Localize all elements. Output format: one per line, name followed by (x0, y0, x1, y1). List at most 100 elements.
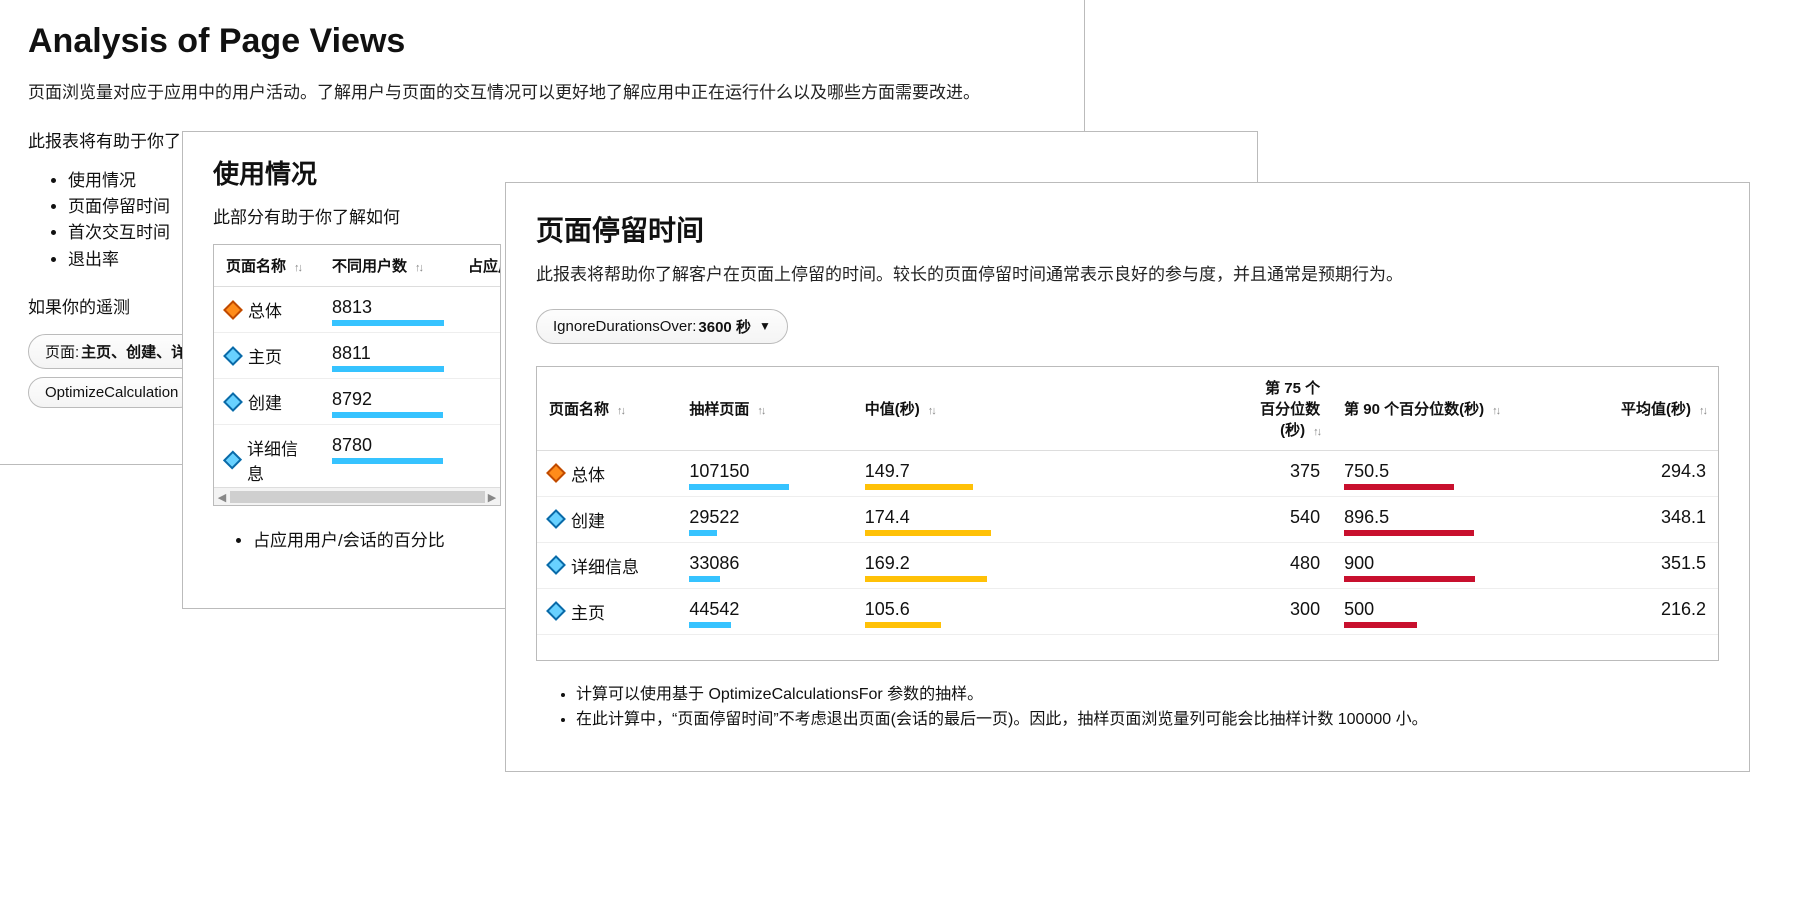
sampled-bar (689, 530, 717, 536)
diamond-icon (223, 392, 243, 412)
sort-icon: ↑↓ (415, 262, 422, 274)
p90-value: 896.5 (1344, 507, 1577, 528)
col-p90[interactable]: 第 90 个百分位数(秒)↑↓ (1332, 367, 1589, 451)
users-bar (332, 458, 443, 464)
p75-value: 540 (1251, 507, 1321, 528)
time-description: 此报表将帮助你了解客户在页面上停留的时间。较长的页面停留时间通常表示良好的参与度… (536, 263, 1719, 287)
time-on-page-panel: 页面停留时间 此报表将帮助你了解客户在页面上停留的时间。较长的页面停留时间通常表… (505, 182, 1750, 772)
p90-value: 500 (1344, 599, 1577, 620)
sort-icon: ↑↓ (294, 262, 301, 274)
sort-icon: ↑↓ (1699, 405, 1706, 417)
table-row[interactable]: 主页 8811 (214, 333, 501, 379)
col-page-name[interactable]: 页面名称↑↓ (537, 367, 677, 451)
page-name-cell: 主页 (248, 343, 282, 368)
time-on-page-table: 页面名称↑↓ 抽样页面↑↓ 中值(秒)↑↓ 第 75 个百分位数(秒)↑↓ 第 … (537, 367, 1718, 634)
median-value: 149.7 (865, 461, 1227, 482)
sampled-bar (689, 576, 720, 582)
page-description: 页面浏览量对应于应用中的用户活动。了解用户与页面的交互情况可以更好地了解应用中正… (28, 81, 1056, 105)
ignore-durations-label: IgnoreDurationsOver: (553, 318, 696, 335)
sampled-bar (689, 622, 731, 628)
table-row[interactable]: 总体8813 (214, 287, 501, 333)
avg-value: 216.2 (1601, 599, 1706, 620)
p75-value: 375 (1251, 461, 1321, 482)
col-percentage[interactable]: 占应用用 (456, 245, 501, 287)
col-p75[interactable]: 第 75 个百分位数(秒)↑↓ (1239, 367, 1333, 451)
p90-value: 900 (1344, 553, 1577, 574)
users-value: 8780 (332, 435, 444, 456)
diamond-icon (223, 300, 243, 320)
col-sampled-pages[interactable]: 抽样页面↑↓ (677, 367, 852, 451)
sampled-value: 44542 (689, 599, 840, 620)
time-notes: 计算可以使用基于 OptimizeCalculationsFor 参数的抽样。 … (536, 683, 1719, 733)
median-bar (865, 622, 941, 628)
col-distinct-users[interactable]: 不同用户数↑↓ (320, 245, 456, 287)
table-row[interactable]: 创建 8792 (214, 379, 501, 425)
median-value: 105.6 (865, 599, 1227, 620)
page-name-cell: 总体 (248, 297, 282, 322)
p90-bar (1344, 530, 1474, 536)
sort-icon: ↑↓ (928, 405, 935, 417)
scroll-thumb[interactable] (230, 491, 485, 503)
users-value: 8792 (332, 389, 444, 410)
col-median-sec[interactable]: 中值(秒)↑↓ (853, 367, 1239, 451)
table-scrollbar[interactable]: ◀ ▶ (214, 487, 500, 505)
sort-icon: ↑↓ (1492, 405, 1499, 417)
median-bar (865, 576, 987, 582)
pages-filter-pill[interactable]: 页面: 主页、创建、详 (28, 334, 203, 369)
median-bar (865, 530, 991, 536)
time-table-wrap: 页面名称↑↓ 抽样页面↑↓ 中值(秒)↑↓ 第 75 个百分位数(秒)↑↓ 第 … (536, 366, 1719, 661)
diamond-icon (546, 601, 566, 621)
median-value: 174.4 (865, 507, 1227, 528)
sort-icon: ↑↓ (617, 405, 624, 417)
table-row[interactable]: 创建29522174.4540896.5348.1 (537, 496, 1718, 542)
table-row[interactable]: 总体 107150 149.7 375 750.5 294.3 (537, 450, 1718, 496)
diamond-icon (223, 346, 243, 366)
median-bar (865, 484, 973, 490)
diamond-icon (546, 555, 566, 575)
scroll-right-icon[interactable]: ▶ (484, 488, 500, 506)
avg-value: 351.5 (1601, 553, 1706, 574)
sort-icon: ↑↓ (757, 405, 764, 417)
users-value: 8811 (332, 343, 444, 364)
diamond-icon (546, 463, 566, 483)
time-heading: 页面停留时间 (536, 209, 1719, 249)
col-page-name[interactable]: 页面名称↑↓ (214, 245, 320, 287)
table-row[interactable]: 主页 44542 105.6 300 500 216.2 (537, 588, 1718, 634)
p75-value: 300 (1251, 599, 1321, 620)
usage-table: 页面名称↑↓ 不同用户数↑↓ 占应用用 总体8813 主页 8811 创建 8792 详细… (214, 245, 501, 487)
p90-bar (1344, 622, 1417, 628)
page-name-cell: 总体 (571, 461, 605, 486)
usage-table-wrap: 页面名称↑↓ 不同用户数↑↓ 占应用用 总体8813 主页 8811 创建 8792 详细… (213, 244, 501, 506)
pages-filter-label: 页面: (45, 341, 79, 362)
page-name-cell: 创建 (571, 507, 605, 532)
users-bar (332, 320, 444, 326)
p75-value: 480 (1251, 553, 1321, 574)
pages-filter-value: 主页、创建、详 (81, 341, 186, 362)
avg-value: 294.3 (1601, 461, 1706, 482)
avg-value: 348.1 (1601, 507, 1706, 528)
page-name-cell: 详细信息 (571, 553, 639, 578)
col-avg[interactable]: 平均值(秒)↑↓ (1589, 367, 1718, 451)
table-row[interactable]: 详细信息 8780 (214, 425, 501, 488)
scroll-left-icon[interactable]: ◀ (214, 488, 230, 506)
table-row[interactable]: 详细信息 33086 169.2 480 900 351.5 (537, 542, 1718, 588)
time-note-item: 计算可以使用基于 OptimizeCalculationsFor 参数的抽样。 (576, 683, 1719, 708)
page-title: Analysis of Page Views (28, 22, 1056, 61)
page-name-cell: 详细信息 (247, 435, 308, 485)
page-name-cell: 创建 (248, 389, 282, 414)
page-name-cell: 主页 (571, 599, 605, 624)
ignore-durations-value: 3600 秒 (698, 316, 751, 337)
sampled-value: 107150 (689, 461, 840, 482)
users-bar (332, 412, 443, 418)
time-note-item: 在此计算中，“页面停留时间”不考虑退出页面(会话的最后一页)。因此，抽样页面浏览… (576, 708, 1719, 733)
optimize-label: OptimizeCalculation (45, 384, 178, 401)
sampled-value: 33086 (689, 553, 840, 574)
ignore-durations-pill[interactable]: IgnoreDurationsOver: 3600 秒 ▼ (536, 309, 788, 344)
p90-value: 750.5 (1344, 461, 1577, 482)
sort-icon: ↑↓ (1313, 426, 1320, 438)
chevron-down-icon: ▼ (759, 319, 771, 333)
median-value: 169.2 (865, 553, 1227, 574)
optimize-pill[interactable]: OptimizeCalculation (28, 377, 195, 408)
diamond-icon (546, 509, 566, 529)
p90-bar (1344, 484, 1454, 490)
